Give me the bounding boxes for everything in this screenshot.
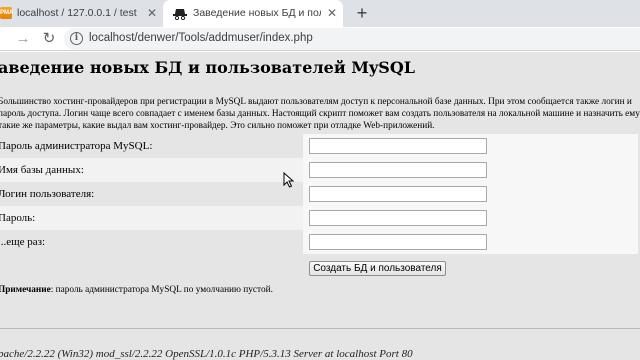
note-text: : пароль администратора MySQL по умолчан… [50,285,273,295]
reload-icon[interactable]: ↻ [40,30,58,48]
input-cell [303,230,638,254]
tab-active[interactable]: Заведение новых БД и пользо ✕ [163,0,343,27]
form-row-admin-password: Пароль администратора MySQL: [0,134,638,158]
input-cell [303,158,638,182]
address-bar[interactable]: i localhost/denwer/Tools/addmuser/index.… [64,28,640,50]
info-icon[interactable]: i [70,32,83,45]
page-content: аведение новых БД и пользователей MySQL … [0,52,640,360]
field-label: ...еще раз: [0,236,46,248]
input-cell [303,134,638,158]
close-icon[interactable]: ✕ [145,6,158,20]
mouse-cursor-icon [283,172,295,188]
url-text[interactable]: localhost/denwer/Tools/addmuser/index.ph… [89,32,313,44]
intro-paragraph: Большинство хостинг-провайдеров при реги… [0,97,640,131]
close-icon[interactable]: ✕ [325,6,339,20]
input-cell [303,206,638,230]
form-row-password: Пароль: [0,206,638,230]
create-db-and-user-button[interactable]: Создать БД и пользователя [309,261,446,276]
divider [0,328,640,329]
server-signature: pache/2.2.22 (Win32) mod_ssl/2.2.22 Open… [0,348,413,360]
field-label: Пароль: [0,212,36,224]
user-login-input[interactable] [309,186,487,202]
admin-password-input[interactable] [309,138,487,154]
phpmyadmin-icon: PMA [0,7,13,19]
field-label: Пароль администратора MySQL: [0,140,153,152]
password-input[interactable] [309,210,487,226]
tab-phpmyadmin[interactable]: PMA localhost / 127.0.0.1 / test / data … [0,0,158,27]
new-tab-button[interactable]: + [352,3,372,23]
page-title: аведение новых БД и пользователей MySQL [0,58,416,77]
note: Примечание: пароль администратора MySQL … [0,285,273,295]
database-name-input[interactable] [309,162,487,178]
tab-title: localhost / 127.0.0.1 / test / data [17,7,137,19]
form-row-password-confirm: ...еще раз: [0,230,638,254]
tab-title: Заведение новых БД и пользо [193,7,321,19]
forward-icon[interactable]: → [14,30,32,48]
field-label: Логин пользователя: [0,188,95,200]
form-row-database-name: Имя базы данных: [0,158,638,182]
form-row-user-login: Логин пользователя: [0,182,638,206]
note-label: Примечание [0,285,51,295]
tab-strip: PMA localhost / 127.0.0.1 / test / data … [0,0,640,27]
field-label: Имя базы данных: [0,164,84,176]
password-confirm-input[interactable] [309,234,487,250]
browser-toolbar: → ↻ i localhost/denwer/Tools/addmuser/in… [0,27,640,51]
input-cell [303,182,638,206]
incognito-hat-icon [173,9,187,20]
